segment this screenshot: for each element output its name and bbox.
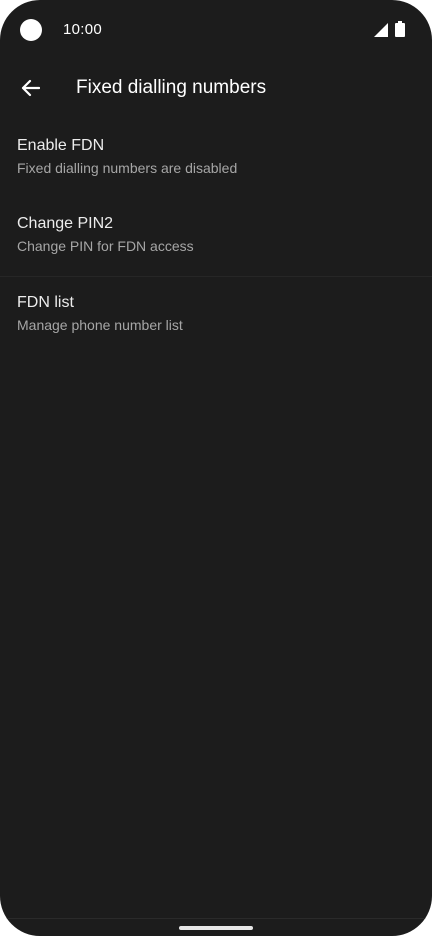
preference-list: Enable FDN Fixed dialling numbers are di… <box>0 120 432 355</box>
fdn-list-summary: Manage phone number list <box>17 317 183 333</box>
battery-icon <box>395 21 405 37</box>
status-bar: 10:00 <box>0 0 432 60</box>
arrow-back-icon <box>21 79 40 97</box>
fdn-list-item[interactable]: FDN list Manage phone number list <box>0 277 432 355</box>
home-indicator[interactable] <box>179 926 253 930</box>
cell-signal-icon <box>374 23 388 37</box>
fdn-list-title: FDN list <box>17 294 74 311</box>
change-pin2-title: Change PIN2 <box>17 215 114 232</box>
enable-fdn-summary: Fixed dialling numbers are disabled <box>17 160 238 176</box>
nav-bar-divider <box>0 918 432 919</box>
status-clock: 10:00 <box>63 21 103 38</box>
enable-fdn-title: Enable FDN <box>17 137 105 154</box>
change-pin2-summary: Change PIN for FDN access <box>17 238 194 254</box>
change-pin2-item[interactable]: Change PIN2 Change PIN for FDN access <box>0 198 432 276</box>
back-button[interactable] <box>10 68 50 108</box>
app-bar: Fixed dialling numbers <box>0 60 432 116</box>
enable-fdn-item[interactable]: Enable FDN Fixed dialling numbers are di… <box>0 120 432 198</box>
camera-dot-icon <box>20 19 42 41</box>
phone-screen: 10:00 Fixed dialling numbers Enable FDN … <box>0 0 432 936</box>
page-title: Fixed dialling numbers <box>76 77 267 98</box>
